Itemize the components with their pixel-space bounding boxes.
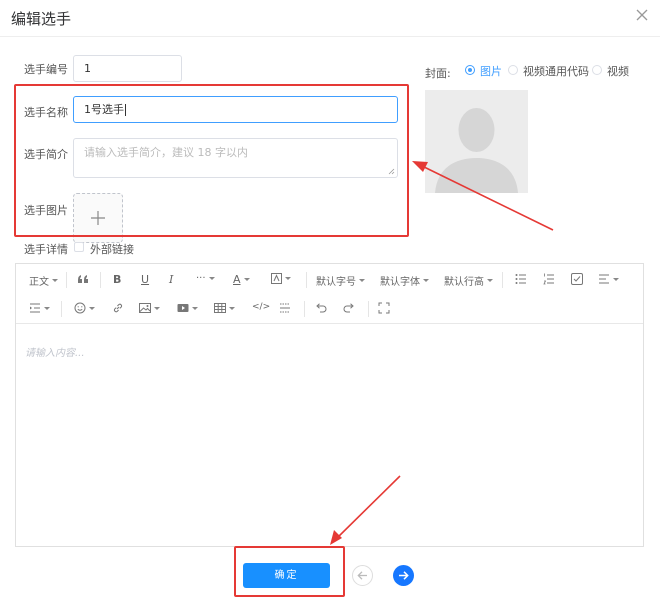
cover-option-video-radio[interactable] [592,65,602,75]
italic-icon: I [169,273,174,286]
link-icon [113,303,123,313]
intro-textarea[interactable]: 请输入选手简介，建议 18 字以内 [73,138,398,178]
background-color-button[interactable] [271,273,291,284]
number-input[interactable]: 1 [73,55,182,82]
cover-label: 封面: [425,67,451,80]
code-icon: </> [252,302,271,312]
arrow-left-icon [357,571,367,580]
code-button[interactable]: </> [252,302,270,312]
paragraph-select-label: 正文 [29,277,49,288]
link-button[interactable] [112,302,124,314]
cover-option-image-label[interactable]: 图片 [480,63,502,79]
more-styles-button[interactable]: ··· [196,273,215,284]
bold-button[interactable]: B [113,273,121,286]
toolbar-divider [100,272,101,288]
toolbar-divider [66,272,67,288]
paragraph-select[interactable]: 正文 [29,273,58,288]
image-upload[interactable] [73,193,123,243]
more-icon: ··· [196,273,206,284]
dialog-title: 编辑选手 [11,10,72,28]
cover-preview [425,90,528,193]
video-icon [177,304,189,312]
image-icon [139,303,151,313]
details-label: 选手详情 [24,243,68,256]
image-button[interactable] [139,302,160,314]
checkbox-icon [571,273,583,285]
bold-icon: B [113,273,122,286]
font-color-button[interactable]: A [233,273,250,286]
intro-label: 选手简介 [24,148,68,161]
next-button[interactable] [393,565,414,586]
redo-icon [343,303,354,313]
quote-icon [78,275,88,283]
indent-icon [30,303,40,313]
indent-button[interactable] [29,302,50,314]
toolbar-divider [502,272,503,288]
underline-icon: U [141,273,150,286]
bulleted-list-button[interactable] [515,273,527,285]
title-divider [0,36,660,37]
emoji-button[interactable] [74,302,95,314]
cover-option-video-code-radio[interactable] [508,65,518,75]
line-height-select-label: 默认行高 [444,277,484,288]
image-label: 选手图片 [24,204,68,217]
cover-option-image-radio[interactable] [465,65,475,75]
emoji-icon [74,302,86,314]
font-size-select[interactable]: 默认字号 [316,273,365,288]
video-button[interactable] [177,302,198,314]
resize-grip-icon[interactable] [388,168,395,175]
italic-button[interactable]: I [169,273,173,286]
toolbar-divider [306,272,307,288]
undo-icon [316,303,327,313]
close-icon[interactable] [634,7,650,23]
cover-option-video-code-label[interactable]: 视频通用代码 [523,63,589,79]
table-button[interactable] [214,302,235,314]
arrow-right-icon [399,571,409,580]
intro-placeholder: 请输入选手简介，建议 18 字以内 [84,146,248,159]
toolbar-divider [61,301,62,317]
previous-button[interactable] [352,565,373,586]
background-color-icon [271,273,282,284]
plus-icon [91,211,105,225]
numbered-list-icon [543,273,554,285]
editor-toolbar: 正文 B U I ··· A 默认字号 默认字体 默认行高 </> [16,264,643,324]
todo-button[interactable] [571,273,583,285]
avatar-placeholder-icon [435,108,518,193]
horizontal-rule-icon [280,303,290,313]
bulleted-list-icon [515,274,526,284]
external-link-label: 外部链接 [90,243,134,256]
undo-button[interactable] [315,302,327,314]
font-family-select[interactable]: 默认字体 [380,273,429,288]
name-label: 选手名称 [24,106,68,119]
table-icon [214,303,226,313]
redo-button[interactable] [343,302,355,314]
underline-button[interactable]: U [141,273,149,286]
cover-option-video-label[interactable]: 视频 [607,63,629,79]
numbered-list-button[interactable] [543,273,555,285]
confirm-button[interactable]: 确定 [243,563,330,588]
toolbar-divider [304,301,305,317]
divider-button[interactable] [279,302,291,314]
font-size-select-label: 默认字号 [316,277,356,288]
align-button[interactable] [598,273,619,285]
align-left-icon [599,274,609,284]
line-height-select[interactable]: 默认行高 [444,273,493,288]
font-family-select-label: 默认字体 [380,277,420,288]
rich-text-editor: 正文 B U I ··· A 默认字号 默认字体 默认行高 </> 请输入内容.… [15,263,644,547]
fullscreen-icon [378,302,390,314]
font-color-icon: A [233,273,241,286]
quote-button[interactable] [77,273,89,285]
number-label: 选手编号 [24,63,68,76]
editor-placeholder[interactable]: 请输入内容... [25,344,85,359]
name-input[interactable]: 1号选手 [73,96,398,123]
fullscreen-button[interactable] [378,302,390,314]
external-link-checkbox[interactable] [74,242,84,252]
name-input-value: 1号选手 [84,103,124,116]
toolbar-divider [368,301,369,317]
